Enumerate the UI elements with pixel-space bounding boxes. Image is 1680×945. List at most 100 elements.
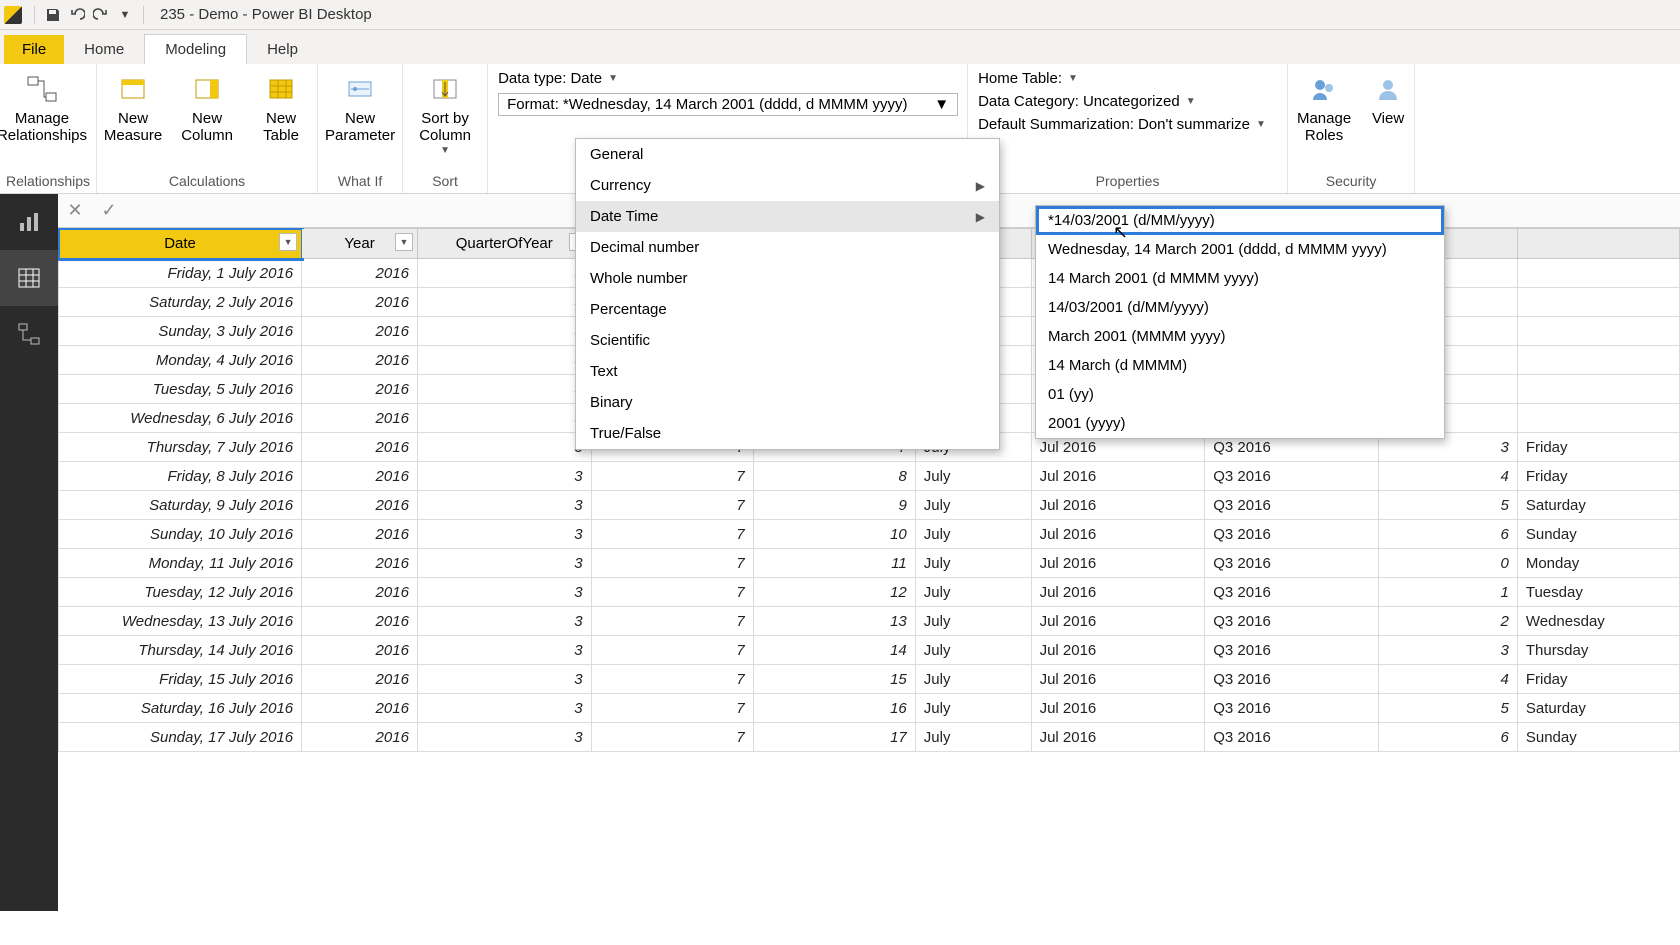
table-cell[interactable]: 15	[753, 665, 915, 694]
table-cell[interactable]: 6	[1378, 723, 1517, 752]
table-cell[interactable]: Q3 2016	[1205, 578, 1379, 607]
menu-item[interactable]: Date Time▶	[576, 201, 999, 232]
table-cell[interactable]: Wednesday, 13 July 2016	[59, 607, 302, 636]
table-cell[interactable]: Jul 2016	[1031, 520, 1205, 549]
table-cell[interactable]: Saturday, 16 July 2016	[59, 694, 302, 723]
table-cell[interactable]: Jul 2016	[1031, 607, 1205, 636]
menu-item[interactable]: Scientific	[576, 325, 999, 356]
summarization-dropdown[interactable]: Default Summarization: Don't summarize ▼	[978, 116, 1277, 133]
report-view-button[interactable]	[0, 194, 58, 250]
data-view-button[interactable]	[0, 250, 58, 306]
table-cell[interactable]: Friday	[1517, 665, 1679, 694]
table-cell[interactable]: July	[915, 723, 1031, 752]
table-cell[interactable]: July	[915, 462, 1031, 491]
manage-roles-button[interactable]: Manage Roles	[1294, 72, 1354, 145]
table-cell[interactable]: Sunday	[1517, 723, 1679, 752]
table-cell[interactable]: July	[915, 694, 1031, 723]
table-cell[interactable]	[1517, 375, 1679, 404]
table-cell[interactable]: Jul 2016	[1031, 636, 1205, 665]
accept-formula-icon[interactable]: ✓	[92, 197, 126, 225]
table-cell[interactable]: 2016	[302, 665, 418, 694]
table-cell[interactable]: 8	[753, 462, 915, 491]
tab-modeling[interactable]: Modeling	[144, 34, 247, 64]
table-cell[interactable]: 1	[1378, 578, 1517, 607]
table-cell[interactable]: 7	[591, 694, 753, 723]
manage-relationships-button[interactable]: Manage Relationships	[6, 72, 78, 145]
table-cell[interactable]: 2016	[302, 549, 418, 578]
table-cell[interactable]: 5	[1378, 491, 1517, 520]
table-cell[interactable]: 3	[1378, 636, 1517, 665]
table-cell[interactable]: 3	[417, 259, 591, 288]
view-as-button[interactable]: View	[1368, 72, 1408, 127]
table-cell[interactable]: 3	[417, 665, 591, 694]
table-cell[interactable]: 3	[417, 578, 591, 607]
tab-file[interactable]: File	[4, 35, 64, 64]
tab-home[interactable]: Home	[64, 35, 144, 64]
table-cell[interactable]: July	[915, 607, 1031, 636]
table-cell[interactable]: 2016	[302, 491, 418, 520]
table-cell[interactable]: July	[915, 636, 1031, 665]
data-type-dropdown[interactable]: Data type: Date ▼	[498, 70, 957, 87]
table-cell[interactable]: Tuesday, 5 July 2016	[59, 375, 302, 404]
table-cell[interactable]: Monday	[1517, 549, 1679, 578]
table-cell[interactable]: 14	[753, 636, 915, 665]
table-cell[interactable]: 3	[417, 636, 591, 665]
table-cell[interactable]: Q3 2016	[1205, 549, 1379, 578]
table-cell[interactable]	[1517, 259, 1679, 288]
tab-help[interactable]: Help	[247, 35, 318, 64]
table-row[interactable]: Tuesday, 12 July 201620163712JulyJul 201…	[59, 578, 1680, 607]
table-cell[interactable]: Friday, 15 July 2016	[59, 665, 302, 694]
table-cell[interactable]: Jul 2016	[1031, 578, 1205, 607]
column-header[interactable]: QuarterOfYear▼	[417, 229, 591, 259]
new-measure-button[interactable]: New Measure	[103, 72, 163, 145]
table-cell[interactable]: 3	[417, 346, 591, 375]
table-cell[interactable]: Saturday	[1517, 694, 1679, 723]
table-row[interactable]: Thursday, 14 July 201620163714JulyJul 20…	[59, 636, 1680, 665]
table-cell[interactable]: 3	[417, 491, 591, 520]
table-cell[interactable]: 7	[591, 723, 753, 752]
table-row[interactable]: Friday, 15 July 201620163715JulyJul 2016…	[59, 665, 1680, 694]
table-cell[interactable]: 4	[1378, 665, 1517, 694]
table-cell[interactable]: 2016	[302, 404, 418, 433]
table-cell[interactable]: Jul 2016	[1031, 694, 1205, 723]
undo-icon[interactable]	[65, 3, 89, 27]
table-cell[interactable]: 2016	[302, 520, 418, 549]
qat-customize-icon[interactable]: ▼	[113, 3, 137, 27]
table-row[interactable]: Sunday, 10 July 201620163710JulyJul 2016…	[59, 520, 1680, 549]
data-category-dropdown[interactable]: Data Category: Uncategorized ▼	[978, 93, 1277, 110]
table-cell[interactable]: Q3 2016	[1205, 607, 1379, 636]
table-cell[interactable]: Monday, 4 July 2016	[59, 346, 302, 375]
menu-item[interactable]: 14 March (d MMMM)	[1036, 351, 1444, 380]
table-row[interactable]: Monday, 11 July 201620163711JulyJul 2016…	[59, 549, 1680, 578]
table-cell[interactable]: 3	[417, 375, 591, 404]
table-row[interactable]: Friday, 8 July 20162016378JulyJul 2016Q3…	[59, 462, 1680, 491]
model-view-button[interactable]	[0, 306, 58, 362]
table-cell[interactable]	[1517, 404, 1679, 433]
new-table-button[interactable]: New Table	[251, 72, 311, 145]
table-cell[interactable]: Q3 2016	[1205, 520, 1379, 549]
table-cell[interactable]: July	[915, 520, 1031, 549]
table-cell[interactable]: 2016	[302, 723, 418, 752]
table-cell[interactable]: Q3 2016	[1205, 723, 1379, 752]
table-cell[interactable]: Thursday, 14 July 2016	[59, 636, 302, 665]
table-cell[interactable]	[1517, 346, 1679, 375]
table-cell[interactable]: Wednesday, 6 July 2016	[59, 404, 302, 433]
table-cell[interactable]: 7	[591, 607, 753, 636]
table-cell[interactable]: Wednesday	[1517, 607, 1679, 636]
table-cell[interactable]: 3	[417, 288, 591, 317]
column-filter-icon[interactable]: ▼	[395, 233, 413, 251]
table-cell[interactable]: 7	[591, 462, 753, 491]
table-cell[interactable]: Q3 2016	[1205, 636, 1379, 665]
table-cell[interactable]: Thursday, 7 July 2016	[59, 433, 302, 462]
menu-item[interactable]: Currency▶	[576, 170, 999, 201]
table-cell[interactable]: 7	[591, 491, 753, 520]
table-cell[interactable]: Sunday, 3 July 2016	[59, 317, 302, 346]
table-cell[interactable]: 2016	[302, 578, 418, 607]
table-cell[interactable]: 9	[753, 491, 915, 520]
table-cell[interactable]: July	[915, 549, 1031, 578]
table-cell[interactable]: Q3 2016	[1205, 462, 1379, 491]
menu-item[interactable]: Whole number	[576, 263, 999, 294]
table-cell[interactable]: July	[915, 578, 1031, 607]
table-row[interactable]: Wednesday, 13 July 201620163713JulyJul 2…	[59, 607, 1680, 636]
cancel-formula-icon[interactable]: ✕	[58, 197, 92, 225]
